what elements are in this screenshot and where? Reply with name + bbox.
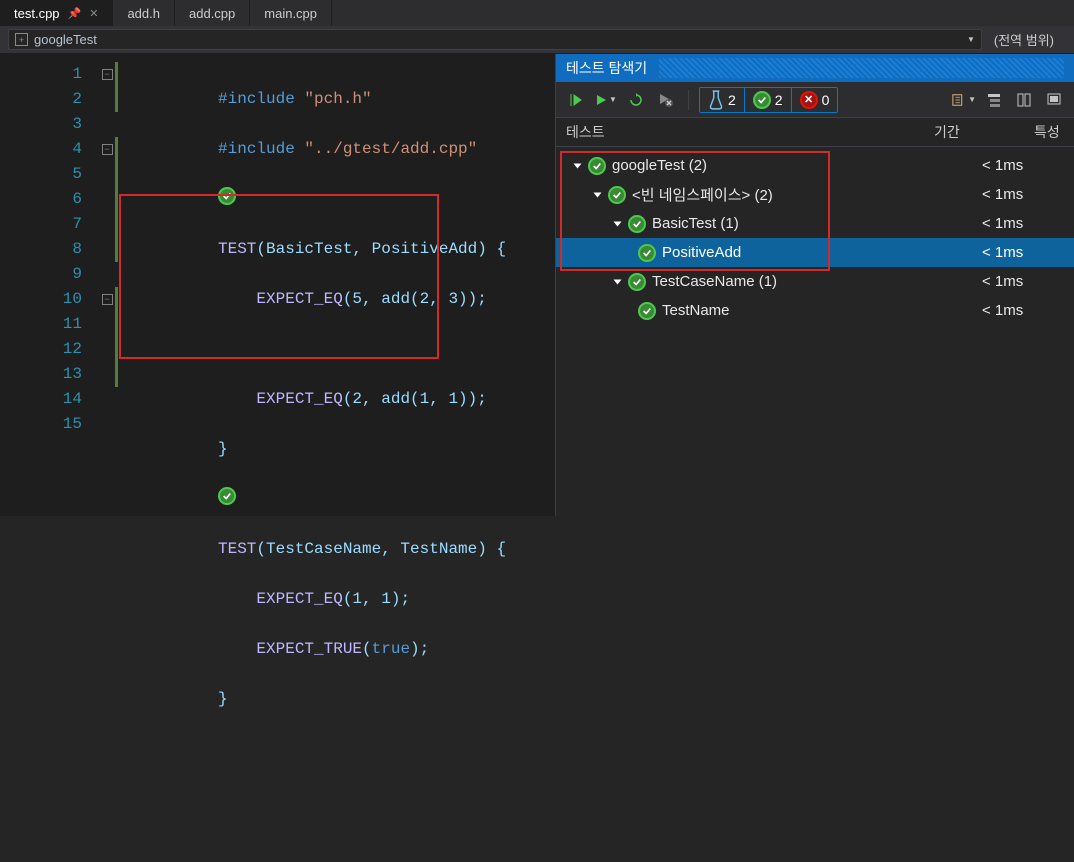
expand-icon[interactable]	[612, 220, 622, 228]
chevron-down-icon: ▼	[609, 95, 617, 104]
tree-node-test[interactable]: PositiveAdd < 1ms	[556, 238, 1074, 267]
tab-add-cpp[interactable]: add.cpp	[175, 0, 250, 26]
close-icon[interactable]: ✕	[89, 7, 98, 20]
fold-toggle[interactable]: −	[102, 294, 113, 305]
code-editor[interactable]: 1 2 3 4 5 6 7 8 9 10 11 12 13 14 15 − −	[0, 54, 555, 516]
tab-add-h[interactable]: add.h	[113, 0, 175, 26]
pass-icon	[628, 215, 646, 233]
tree-node-suite[interactable]: BasicTest (1) < 1ms	[556, 209, 1074, 238]
chevron-down-icon: ▼	[967, 35, 975, 44]
fold-column: − − −	[100, 62, 114, 437]
pass-icon	[638, 302, 656, 320]
change-indicator-column	[115, 62, 119, 437]
failed-counter[interactable]: ✕ 0	[792, 88, 838, 112]
editor-tabbar: test.cpp 📌 ✕ add.h add.cpp main.cpp	[0, 0, 1074, 26]
expand-icon[interactable]	[572, 162, 582, 170]
test-explorer-toolbar: ▼ 2 2	[556, 82, 1074, 118]
group-by-button[interactable]	[982, 88, 1006, 112]
test-counters: 2 2 ✕ 0	[699, 87, 838, 113]
settings-button[interactable]	[1042, 88, 1066, 112]
column-traits[interactable]: 특성	[1034, 122, 1064, 142]
expand-icon[interactable]	[592, 191, 602, 199]
line-gutter: 1 2 3 4 5 6 7 8 9 10 11 12 13 14 15	[0, 54, 90, 516]
tree-node-test[interactable]: TestName < 1ms	[556, 296, 1074, 325]
fold-toggle[interactable]: −	[102, 69, 113, 80]
test-explorer-panel: 테스트 탐색기 ▼	[555, 54, 1074, 516]
column-duration[interactable]: 기간	[934, 122, 1034, 142]
pass-icon	[608, 186, 626, 204]
beaker-icon	[708, 90, 724, 110]
columns-button[interactable]	[1012, 88, 1036, 112]
pin-icon[interactable]: 📌	[68, 7, 82, 20]
scope-global-label: (전역 범위)	[994, 33, 1054, 48]
pass-icon	[638, 244, 656, 262]
test-explorer-title[interactable]: 테스트 탐색기	[556, 54, 1074, 82]
column-test[interactable]: 테스트	[566, 122, 934, 142]
tab-label: add.h	[127, 6, 160, 21]
stop-button[interactable]	[654, 88, 678, 112]
total-counter[interactable]: 2	[700, 88, 745, 112]
pass-icon	[628, 273, 646, 291]
tree-node-project[interactable]: googleTest (2) < 1ms	[556, 151, 1074, 180]
tab-main-cpp[interactable]: main.cpp	[250, 0, 332, 26]
scope-project-dropdown[interactable]: + googleTest ▼	[8, 29, 982, 50]
test-tree: googleTest (2) < 1ms <빈 네임스페이스> (2) < 1m…	[556, 147, 1074, 516]
pass-icon	[588, 157, 606, 175]
test-pass-icon	[218, 487, 236, 505]
test-explorer-columns: 테스트 기간 특성	[556, 118, 1074, 147]
fail-icon: ✕	[800, 91, 818, 109]
passed-counter[interactable]: 2	[745, 88, 792, 112]
tab-label: main.cpp	[264, 6, 317, 21]
chevron-down-icon: ▼	[968, 95, 976, 104]
tree-node-namespace[interactable]: <빈 네임스페이스> (2) < 1ms	[556, 180, 1074, 209]
tab-test-cpp[interactable]: test.cpp 📌 ✕	[0, 0, 113, 26]
run-button[interactable]: ▼	[594, 88, 618, 112]
run-all-button[interactable]	[564, 88, 588, 112]
test-pass-icon	[218, 187, 236, 205]
playlist-button[interactable]: ▼	[952, 88, 976, 112]
code-content[interactable]: #include "pch.h" #include "../gtest/add.…	[90, 54, 506, 516]
expand-icon[interactable]	[612, 278, 622, 286]
scope-global[interactable]: (전역 범위)	[982, 30, 1066, 49]
project-icon: +	[15, 33, 28, 46]
tab-label: add.cpp	[189, 6, 235, 21]
scope-project-name: googleTest	[34, 32, 97, 47]
tab-label: test.cpp	[14, 6, 60, 21]
fold-toggle[interactable]: −	[102, 144, 113, 155]
tree-node-suite[interactable]: TestCaseName (1) < 1ms	[556, 267, 1074, 296]
pass-icon	[753, 91, 771, 109]
scope-bar: + googleTest ▼ (전역 범위)	[0, 26, 1074, 54]
repeat-button[interactable]	[624, 88, 648, 112]
